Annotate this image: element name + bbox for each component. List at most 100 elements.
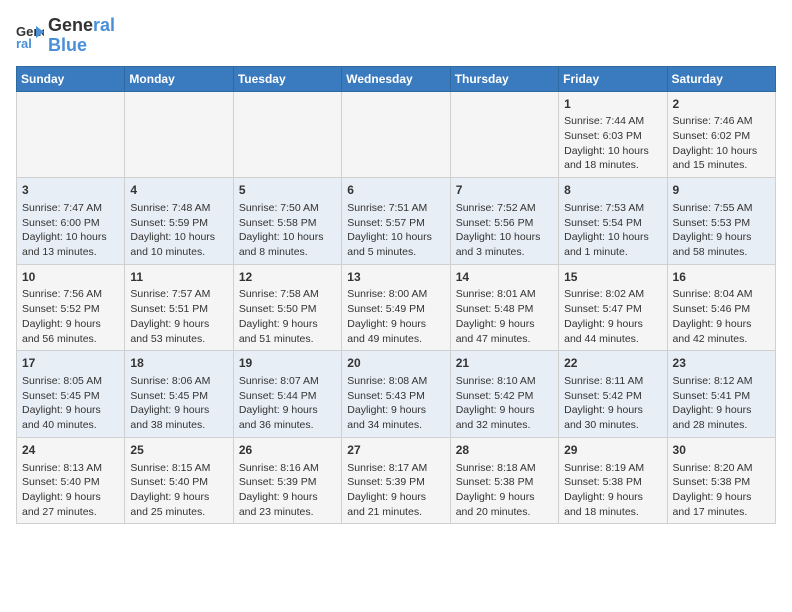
day-number: 16 — [673, 269, 770, 286]
cell-text: Sunset: 5:45 PM — [130, 389, 227, 404]
cell-text: and 8 minutes. — [239, 245, 336, 260]
cell-text: Sunset: 5:41 PM — [673, 389, 770, 404]
calendar-cell — [17, 91, 125, 178]
cell-text: Sunset: 5:52 PM — [22, 302, 119, 317]
cell-text: Daylight: 9 hours — [673, 317, 770, 332]
cell-text: Sunset: 5:57 PM — [347, 216, 444, 231]
calendar-header: SundayMondayTuesdayWednesdayThursdayFrid… — [17, 66, 776, 91]
cell-text: Sunset: 5:56 PM — [456, 216, 553, 231]
day-number: 4 — [130, 182, 227, 199]
logo-icon: Gene ral — [16, 22, 44, 50]
calendar-body: 1Sunrise: 7:44 AMSunset: 6:03 PMDaylight… — [17, 91, 776, 524]
column-header-tuesday: Tuesday — [233, 66, 341, 91]
calendar-cell: 9Sunrise: 7:55 AMSunset: 5:53 PMDaylight… — [667, 178, 775, 265]
cell-text: Sunrise: 7:52 AM — [456, 201, 553, 216]
calendar-cell: 26Sunrise: 8:16 AMSunset: 5:39 PMDayligh… — [233, 437, 341, 524]
cell-text: Daylight: 9 hours — [347, 403, 444, 418]
cell-text: and 25 minutes. — [130, 505, 227, 520]
cell-text: Sunset: 5:51 PM — [130, 302, 227, 317]
day-number: 27 — [347, 442, 444, 459]
cell-text: Sunrise: 7:46 AM — [673, 114, 770, 129]
cell-text: Sunset: 5:45 PM — [22, 389, 119, 404]
cell-text: Sunrise: 8:00 AM — [347, 287, 444, 302]
cell-text: Daylight: 9 hours — [22, 490, 119, 505]
calendar-cell: 23Sunrise: 8:12 AMSunset: 5:41 PMDayligh… — [667, 351, 775, 438]
calendar-cell: 19Sunrise: 8:07 AMSunset: 5:44 PMDayligh… — [233, 351, 341, 438]
day-number: 14 — [456, 269, 553, 286]
cell-text: Daylight: 10 hours — [239, 230, 336, 245]
calendar-cell: 10Sunrise: 7:56 AMSunset: 5:52 PMDayligh… — [17, 264, 125, 351]
cell-text: Sunrise: 7:56 AM — [22, 287, 119, 302]
cell-text: and 27 minutes. — [22, 505, 119, 520]
cell-text: Daylight: 9 hours — [347, 317, 444, 332]
calendar-cell — [342, 91, 450, 178]
cell-text: Sunset: 5:40 PM — [130, 475, 227, 490]
cell-text: Sunset: 5:44 PM — [239, 389, 336, 404]
day-number: 1 — [564, 96, 661, 113]
cell-text: Sunrise: 8:01 AM — [456, 287, 553, 302]
cell-text: Sunrise: 8:12 AM — [673, 374, 770, 389]
day-number: 18 — [130, 355, 227, 372]
calendar-cell: 17Sunrise: 8:05 AMSunset: 5:45 PMDayligh… — [17, 351, 125, 438]
cell-text: Sunrise: 7:53 AM — [564, 201, 661, 216]
cell-text: Daylight: 9 hours — [564, 403, 661, 418]
cell-text: and 20 minutes. — [456, 505, 553, 520]
calendar-cell: 18Sunrise: 8:06 AMSunset: 5:45 PMDayligh… — [125, 351, 233, 438]
day-number: 20 — [347, 355, 444, 372]
cell-text: Daylight: 9 hours — [130, 317, 227, 332]
day-number: 5 — [239, 182, 336, 199]
day-number: 25 — [130, 442, 227, 459]
day-number: 3 — [22, 182, 119, 199]
cell-text: Sunrise: 8:05 AM — [22, 374, 119, 389]
cell-text: Sunset: 5:48 PM — [456, 302, 553, 317]
cell-text: and 58 minutes. — [673, 245, 770, 260]
page-header: Gene ral GeneralBlue — [16, 16, 776, 56]
cell-text: Sunset: 6:00 PM — [22, 216, 119, 231]
cell-text: and 13 minutes. — [22, 245, 119, 260]
column-header-monday: Monday — [125, 66, 233, 91]
cell-text: and 10 minutes. — [130, 245, 227, 260]
cell-text: and 49 minutes. — [347, 332, 444, 347]
cell-text: and 38 minutes. — [130, 418, 227, 433]
calendar-cell: 16Sunrise: 8:04 AMSunset: 5:46 PMDayligh… — [667, 264, 775, 351]
cell-text: Sunset: 5:40 PM — [22, 475, 119, 490]
cell-text: Sunset: 5:46 PM — [673, 302, 770, 317]
cell-text: Sunrise: 8:16 AM — [239, 461, 336, 476]
cell-text: Sunset: 5:50 PM — [239, 302, 336, 317]
calendar-cell — [233, 91, 341, 178]
week-row-5: 24Sunrise: 8:13 AMSunset: 5:40 PMDayligh… — [17, 437, 776, 524]
cell-text: and 56 minutes. — [22, 332, 119, 347]
cell-text: Sunrise: 7:51 AM — [347, 201, 444, 216]
cell-text: and 44 minutes. — [564, 332, 661, 347]
day-number: 28 — [456, 442, 553, 459]
week-row-1: 1Sunrise: 7:44 AMSunset: 6:03 PMDaylight… — [17, 91, 776, 178]
column-header-friday: Friday — [559, 66, 667, 91]
column-header-saturday: Saturday — [667, 66, 775, 91]
cell-text: and 1 minute. — [564, 245, 661, 260]
cell-text: Sunset: 5:49 PM — [347, 302, 444, 317]
cell-text: Sunrise: 8:10 AM — [456, 374, 553, 389]
cell-text: Sunrise: 7:57 AM — [130, 287, 227, 302]
cell-text: Sunset: 5:59 PM — [130, 216, 227, 231]
cell-text: Sunset: 5:42 PM — [564, 389, 661, 404]
cell-text: and 40 minutes. — [22, 418, 119, 433]
cell-text: and 18 minutes. — [564, 158, 661, 173]
cell-text: Daylight: 9 hours — [239, 317, 336, 332]
column-header-thursday: Thursday — [450, 66, 558, 91]
calendar-cell: 5Sunrise: 7:50 AMSunset: 5:58 PMDaylight… — [233, 178, 341, 265]
cell-text: Sunset: 5:39 PM — [239, 475, 336, 490]
cell-text: Sunset: 5:39 PM — [347, 475, 444, 490]
cell-text: Daylight: 9 hours — [239, 403, 336, 418]
calendar-cell: 27Sunrise: 8:17 AMSunset: 5:39 PMDayligh… — [342, 437, 450, 524]
cell-text: Sunrise: 8:18 AM — [456, 461, 553, 476]
cell-text: and 5 minutes. — [347, 245, 444, 260]
calendar-cell: 15Sunrise: 8:02 AMSunset: 5:47 PMDayligh… — [559, 264, 667, 351]
cell-text: Sunset: 5:54 PM — [564, 216, 661, 231]
day-number: 2 — [673, 96, 770, 113]
cell-text: Sunset: 5:38 PM — [456, 475, 553, 490]
calendar-cell: 25Sunrise: 8:15 AMSunset: 5:40 PMDayligh… — [125, 437, 233, 524]
cell-text: Sunrise: 7:50 AM — [239, 201, 336, 216]
cell-text: Daylight: 9 hours — [347, 490, 444, 505]
calendar-cell — [450, 91, 558, 178]
cell-text: and 47 minutes. — [456, 332, 553, 347]
